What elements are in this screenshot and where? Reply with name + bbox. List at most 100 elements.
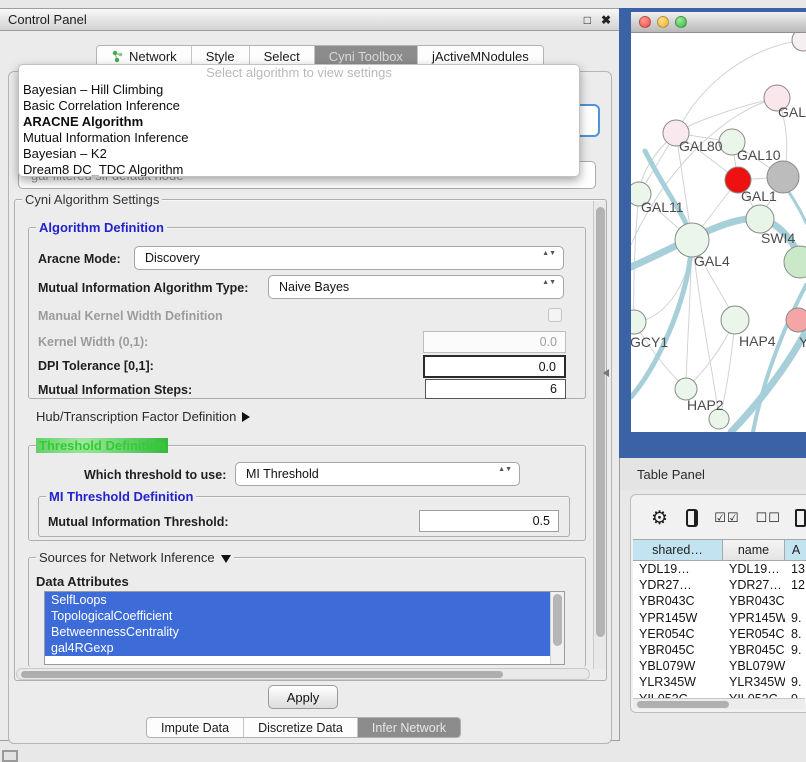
data-attributes-list[interactable]: SelfLoops TopologicalCoefficient Between… [44, 591, 565, 665]
list-item-selfloops[interactable]: SelfLoops [45, 592, 550, 608]
aracne-mode-combo[interactable]: Discovery ▲▼ [134, 246, 564, 270]
dpi-tolerance-field[interactable]: 0.0 [423, 355, 566, 378]
document-icon[interactable] [795, 509, 806, 527]
minimize-traffic-light-icon[interactable] [657, 16, 669, 28]
column-header-name[interactable]: name [723, 540, 785, 560]
stepper-arrows-icon: ▲▼ [542, 278, 556, 287]
stepper-arrows-icon: ▲▼ [498, 465, 512, 474]
node-label-swi4: SWI4 [761, 230, 795, 246]
settings-horizontal-scrollbar-thumb[interactable] [21, 671, 503, 678]
which-threshold-combo[interactable]: MI Threshold ▲▼ [235, 462, 520, 486]
algorithm-dropdown-placeholder: Select algorithm to view settings [19, 65, 579, 82]
algorithm-option-mutual-information[interactable]: Mutual Information Inference [19, 130, 579, 146]
split-columns-icon[interactable] [686, 509, 698, 527]
table-toolbar: ⚙ ☑☑ ☐☐ [631, 503, 806, 533]
table-row[interactable]: YER054C YER054C 8. [633, 626, 806, 642]
table-header-row: shared… name A [633, 539, 806, 561]
kernel-width-field[interactable]: 0.0 [423, 331, 566, 353]
hub-transcription-factor-expander[interactable]: Hub/Transcription Factor Definition [36, 409, 250, 424]
algorithm-dropdown-list: Select algorithm to view settings Bayesi… [18, 64, 580, 177]
mi-steps-field[interactable]: 6 [425, 379, 566, 399]
close-traffic-light-icon[interactable] [639, 16, 651, 28]
dpi-tolerance-label: DPI Tolerance [0,1]: [38, 359, 154, 373]
sources-title-expander[interactable]: Sources for Network Inference [36, 550, 234, 565]
table-row[interactable]: YLR345W YLR345W 9. [633, 674, 806, 690]
control-panel-titlebar: Control Panel □ ✖ [0, 9, 619, 31]
node-gal1[interactable] [746, 205, 774, 233]
node-label-hap2: HAP2 [687, 397, 724, 413]
node-table: shared… name A YDL19… YDL19… 13 YDR27… Y… [633, 539, 806, 703]
mi-threshold-label: Mutual Information Threshold: [48, 515, 229, 529]
zoom-traffic-light-icon[interactable] [675, 16, 687, 28]
node-gal4[interactable] [675, 223, 709, 257]
close-window-icon[interactable]: ✖ [601, 13, 611, 27]
node-swi4[interactable] [784, 246, 806, 278]
expander-arrow-icon [242, 412, 250, 422]
settings-vertical-scrollbar-thumb[interactable] [596, 207, 605, 637]
node-gcy1[interactable] [631, 310, 646, 334]
algorithm-option-basic-correlation[interactable]: Basic Correlation Inference [19, 98, 579, 114]
apply-button[interactable]: Apply [268, 685, 338, 709]
node-hap4[interactable] [721, 306, 749, 334]
float-window-icon[interactable]: □ [584, 13, 591, 27]
network-canvas[interactable]: GAL GAL80 GAL10 GAL1 GAL11 SWI4 GAL4 GCY… [631, 33, 806, 432]
tab-discretize-data[interactable]: Discretize Data [244, 718, 358, 737]
table-horizontal-scrollbar[interactable] [633, 698, 805, 709]
list-item-topologicalcoefficient[interactable]: TopologicalCoefficient [45, 608, 550, 624]
network-window-titlebar[interactable] [631, 12, 806, 33]
node-unlabeled-top[interactable] [792, 33, 806, 51]
node-label-gal4: GAL4 [694, 253, 730, 269]
settings-horizontal-scrollbar[interactable] [16, 668, 590, 680]
control-panel-title: Control Panel [8, 12, 87, 27]
kernel-width-label: Kernel Width (0,1): [38, 335, 148, 349]
collapse-arrow-icon [221, 555, 231, 563]
attributes-list-scrollbar-thumb[interactable] [553, 594, 562, 646]
table-row[interactable]: YBR045C YBR045C 9. [633, 642, 806, 658]
tab-network-label: Network [129, 49, 177, 64]
table-horizontal-scrollbar-thumb[interactable] [637, 701, 729, 708]
threshold-definition-title: Threshold Definition [36, 438, 168, 453]
table-row[interactable]: YDR27… YDR27… 12 [633, 577, 806, 593]
table-panel-header: Table Panel [620, 458, 806, 490]
stepper-arrows-icon: ▲▼ [542, 249, 556, 258]
gear-icon[interactable]: ⚙ [651, 507, 668, 530]
algorithm-option-aracne[interactable]: ARACNE Algorithm [19, 114, 579, 130]
node-label-hap4: HAP4 [739, 333, 776, 349]
mi-algorithm-type-combo[interactable]: Naive Bayes ▲▼ [268, 275, 564, 299]
cyni-algorithm-settings-title: Cyni Algorithm Settings [22, 192, 162, 207]
node-salmon[interactable] [786, 308, 806, 332]
algorithm-option-bayesian-hill-climbing[interactable]: Bayesian – Hill Climbing [19, 82, 579, 98]
control-panel-window: Control Panel □ ✖ Network Style Select C… [0, 8, 620, 741]
mi-threshold-field[interactable]: 0.5 [419, 510, 559, 532]
algorithm-definition-title: Algorithm Definition [36, 220, 167, 235]
algorithm-option-dream8[interactable]: Dream8 DC_TDC Algorithm [19, 162, 579, 177]
column-header-partial[interactable]: A [785, 540, 806, 560]
mi-steps-label: Mutual Information Steps: [38, 383, 192, 397]
table-row[interactable]: YBL079W YBL079W [633, 658, 806, 674]
tab-impute-data[interactable]: Impute Data [147, 718, 244, 737]
node-label-gal80: GAL80 [679, 138, 723, 154]
splitpane-collapse-arrow-icon[interactable] [603, 369, 609, 377]
list-item-betweennesscentrality[interactable]: BetweennessCentrality [45, 624, 550, 640]
node-label-y: Y [799, 334, 806, 350]
aracne-mode-label: Aracne Mode: [38, 252, 121, 266]
manual-kernel-width-checkbox[interactable] [548, 308, 562, 322]
tab-infer-network[interactable]: Infer Network [358, 718, 460, 737]
node-label-gal11: GAL11 [641, 199, 684, 215]
table-row[interactable]: YBR043C YBR043C [633, 593, 806, 609]
table-panel: ⚙ ☑☑ ☐☐ shared… name A YDL19… YDL19… 13 … [630, 494, 806, 713]
settings-vertical-scrollbar[interactable] [593, 201, 606, 669]
mi-threshold-definition-title: MI Threshold Definition [46, 489, 196, 504]
mi-algorithm-type-label: Mutual Information Algorithm Type: [38, 281, 248, 295]
table-row[interactable]: YDL19… YDL19… 13 [633, 561, 806, 577]
manual-kernel-width-label: Manual Kernel Width Definition [38, 309, 223, 323]
table-row[interactable]: YPR145W YPR145W 9. [633, 610, 806, 626]
dock-mini-icon[interactable] [2, 750, 18, 762]
select-all-icon[interactable]: ☑☑ [714, 510, 739, 526]
bottom-tab-bar: Impute Data Discretize Data Infer Networ… [146, 717, 461, 738]
attributes-list-scrollbar[interactable] [550, 592, 564, 664]
algorithm-option-bayesian-k2[interactable]: Bayesian – K2 [19, 146, 579, 162]
column-header-shared-name[interactable]: shared… [633, 540, 723, 560]
deselect-all-icon[interactable]: ☐☐ [756, 510, 781, 526]
list-item-gal4rgexp[interactable]: gal4RGexp [45, 640, 550, 656]
